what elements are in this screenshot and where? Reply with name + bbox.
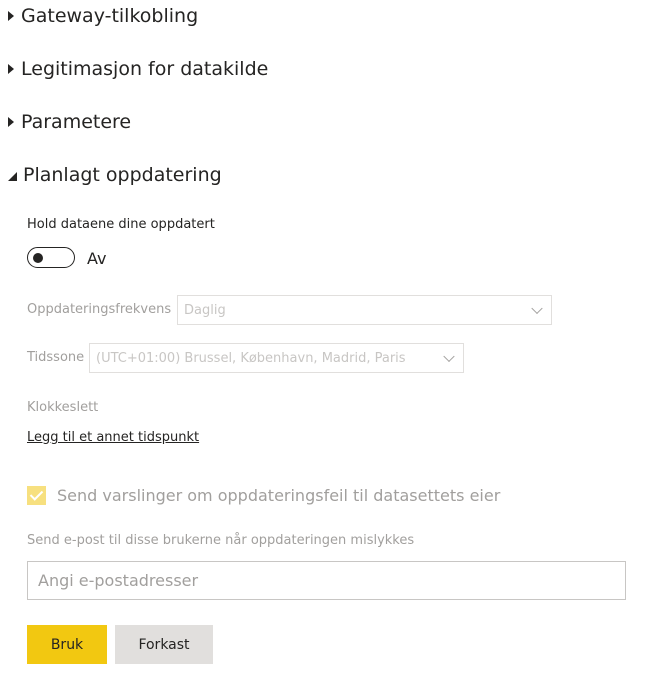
keep-updated-label: Hold dataene dine oppdatert: [27, 217, 215, 232]
frequency-value: Daglig: [184, 302, 226, 318]
caret-right-icon: [8, 117, 14, 127]
chevron-down-icon: [443, 350, 455, 363]
checkmark-icon: [29, 487, 44, 501]
notify-owner-checkbox[interactable]: [27, 486, 46, 505]
section-title: Gateway-tilkobling: [21, 5, 199, 27]
time-label: Klokkeslett: [27, 400, 99, 415]
caret-right-icon: [8, 64, 14, 74]
section-title: Parametere: [21, 111, 132, 133]
timezone-label: Tidssone: [27, 350, 85, 365]
add-time-link[interactable]: Legg til et annet tidspunkt: [27, 430, 199, 445]
timezone-dropdown[interactable]: (UTC+01:00) Brussel, København, Madrid, …: [89, 343, 464, 373]
section-parameters[interactable]: Parametere: [8, 111, 131, 133]
caret-right-icon: [8, 11, 14, 21]
section-title: Legitimasjon for datakilde: [21, 58, 269, 80]
caret-down-icon: [8, 171, 17, 181]
email-input[interactable]: [27, 561, 626, 600]
chevron-down-icon: [531, 302, 543, 315]
timezone-value: (UTC+01:00) Brussel, København, Madrid, …: [96, 350, 406, 366]
frequency-dropdown[interactable]: Daglig: [177, 295, 552, 325]
section-scheduled-refresh[interactable]: Planlagt oppdatering: [8, 164, 222, 186]
apply-button[interactable]: Bruk: [27, 625, 107, 664]
section-data-source-credentials[interactable]: Legitimasjon for datakilde: [8, 58, 268, 80]
discard-button[interactable]: Forkast: [115, 625, 213, 664]
email-users-label: Send e-post til disse brukerne når oppda…: [27, 533, 415, 548]
toggle-knob: [33, 253, 43, 263]
section-title: Planlagt oppdatering: [23, 164, 222, 186]
section-gateway-connection[interactable]: Gateway-tilkobling: [8, 5, 198, 27]
toggle-state-label: Av: [87, 249, 107, 268]
notify-owner-label: Send varslinger om oppdateringsfeil til …: [57, 486, 501, 505]
keep-updated-toggle[interactable]: [27, 247, 75, 268]
frequency-label: Oppdateringsfrekvens: [27, 302, 172, 317]
